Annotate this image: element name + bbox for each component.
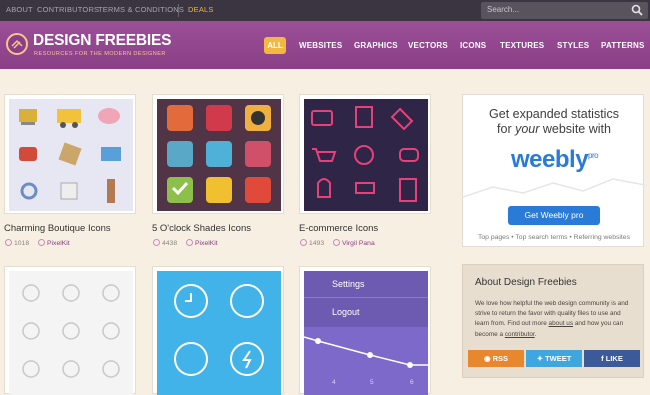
card-shades-icons[interactable] — [152, 94, 284, 214]
author-name[interactable]: Virgil Pana — [342, 240, 375, 247]
thumbnail-ecommerce[interactable] — [304, 99, 428, 211]
card-author[interactable]: PixelKit — [38, 239, 70, 247]
thumbnail-shades[interactable] — [157, 99, 281, 211]
top-bar: ABOUT CONTRIBUTORS TERMS & CONDITIONS DE… — [0, 0, 650, 21]
weebly-ad[interactable]: Get expanded statistics for your website… — [462, 94, 645, 247]
nav-all[interactable]: ALL — [264, 37, 286, 54]
divider — [178, 4, 179, 17]
download-icon — [5, 239, 12, 246]
download-count: 1018 — [14, 240, 30, 247]
download-icon — [300, 239, 307, 246]
deals-link[interactable]: DEALS — [188, 5, 214, 14]
about-box: About Design Freebies We love how helpfu… — [462, 264, 644, 378]
user-icon — [186, 239, 193, 246]
nav-textures[interactable]: TEXTURES — [500, 41, 544, 50]
user-icon — [333, 239, 340, 246]
divider — [304, 297, 428, 298]
thumbnail-ui-kit[interactable]: Settings Logout 4 5 6 — [304, 271, 428, 395]
ad-subline: for your website with — [497, 122, 611, 136]
about-link[interactable]: ABOUT — [6, 5, 33, 14]
axis-tick: 4 — [332, 379, 336, 386]
rss-icon: ◉ — [483, 354, 493, 363]
download-icon — [153, 239, 160, 246]
about-us-link[interactable]: about us — [549, 320, 574, 327]
axis-tick: 6 — [410, 379, 414, 386]
thumbnail-blue-icons[interactable] — [157, 271, 281, 395]
terms-link[interactable]: TERMS & CONDITIONS — [98, 5, 184, 14]
card-title[interactable]: Charming Boutique Icons — [4, 223, 111, 234]
nav-graphics[interactable]: GRAPHICS — [354, 41, 398, 50]
settings-label: Settings — [332, 279, 365, 289]
nav-websites[interactable]: WEBSITES — [299, 41, 342, 50]
search-input[interactable]: Search... — [481, 2, 648, 19]
search-icon[interactable] — [631, 4, 643, 16]
card-author[interactable]: PixelKit — [186, 239, 218, 247]
contributors-link[interactable]: CONTRIBUTORS — [37, 5, 99, 14]
thumbnail-boutique[interactable] — [9, 99, 133, 211]
site-header: DESIGN FREEBIES RESOURCES FOR THE MODERN… — [0, 21, 650, 69]
logout-label: Logout — [332, 307, 360, 317]
search-placeholder: Search... — [487, 5, 520, 14]
logo-icon[interactable] — [6, 33, 28, 55]
card-meta: 1493 — [300, 239, 324, 247]
thumbnail-line-icons[interactable] — [9, 271, 133, 395]
card-author[interactable]: Virgil Pana — [333, 239, 375, 247]
card-meta: 1018 — [5, 239, 29, 247]
site-tagline: RESOURCES FOR THE MODERN DESIGNER — [34, 51, 166, 57]
card-line-icons[interactable] — [4, 266, 136, 395]
like-button[interactable]: f LIKE — [584, 350, 640, 367]
ad-footer: Top pages • Top search terms • Referring… — [478, 234, 630, 241]
download-count: 4438 — [162, 240, 178, 247]
nav-styles[interactable]: STYLES — [557, 41, 589, 50]
about-title: About Design Freebies — [475, 277, 577, 288]
get-weebly-button[interactable]: Get Weebly pro — [508, 206, 600, 225]
download-count: 1493 — [309, 240, 325, 247]
weebly-logo: weeblypro — [511, 146, 599, 173]
nav-vectors[interactable]: VECTORS — [408, 41, 448, 50]
card-blue-icons[interactable] — [152, 266, 284, 395]
author-name[interactable]: PixelKit — [47, 240, 70, 247]
author-name[interactable]: PixelKit — [195, 240, 218, 247]
site-title[interactable]: DESIGN FREEBIES — [33, 32, 171, 50]
ad-headline: Get expanded statistics — [489, 107, 619, 121]
rss-button[interactable]: ◉ RSS — [468, 350, 524, 367]
card-ui-kit[interactable]: Settings Logout 4 5 6 — [299, 266, 431, 395]
nav-patterns[interactable]: PATTERNS — [601, 41, 645, 50]
twitter-icon: ✦ — [536, 354, 546, 363]
card-boutique-icons[interactable] — [4, 94, 136, 214]
card-title[interactable]: E-commerce Icons — [299, 223, 378, 234]
axis-tick: 5 — [370, 379, 374, 386]
card-title[interactable]: 5 O'clock Shades Icons — [152, 223, 251, 234]
card-meta: 4438 — [153, 239, 177, 247]
nav-icons[interactable]: ICONS — [460, 41, 486, 50]
contributor-link[interactable]: contributor — [505, 331, 535, 338]
tweet-button[interactable]: ✦ TWEET — [526, 350, 582, 367]
user-icon — [38, 239, 45, 246]
about-text: We love how helpful the web design commu… — [475, 300, 629, 338]
card-ecommerce-icons[interactable] — [299, 94, 431, 214]
